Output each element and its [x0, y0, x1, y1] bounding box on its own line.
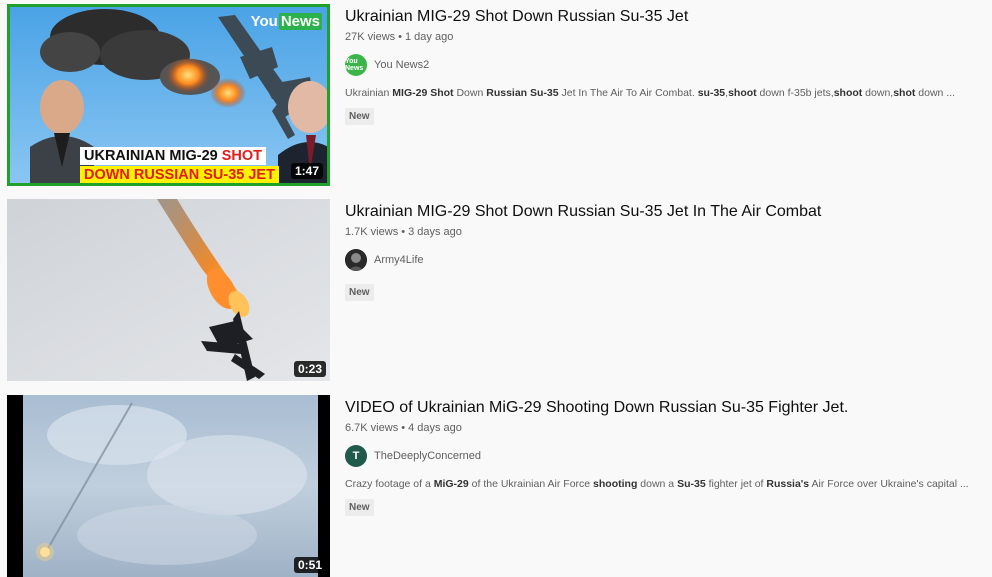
description-keyword: Russia's	[766, 478, 810, 490]
description-text: of the Ukrainian Air Force	[468, 478, 594, 490]
view-count: 6.7K views	[345, 422, 399, 434]
description-keyword: MIG-29 Shot	[392, 87, 454, 99]
description-text: down,	[862, 87, 894, 99]
video-result-3[interactable]: 0:51 VIDEO of Ukrainian MiG-29 Shooting …	[0, 395, 992, 577]
video-title[interactable]: Ukrainian MIG-29 Shot Down Russian Su-35…	[345, 201, 975, 223]
upload-age: 3 days ago	[408, 226, 462, 238]
view-count: 27K views	[345, 31, 396, 43]
description-text: Crazy footage of a	[345, 478, 434, 490]
video-thumbnail[interactable]: You News UKRAINIAN MIG-29 SHOT DOWN RUSS…	[7, 4, 330, 186]
video-info: VIDEO of Ukrainian MiG-29 Shooting Down …	[345, 395, 975, 516]
duration-badge: 1:47	[290, 163, 323, 179]
channel-name[interactable]: Army4Life	[374, 254, 424, 266]
description-text: Ukrainian	[345, 87, 393, 99]
channel-avatar[interactable]: T	[345, 445, 367, 467]
logo-you-text: You	[250, 13, 278, 30]
description-keyword: shooting	[593, 478, 638, 490]
video-info: Ukrainian MIG-29 Shot Down Russian Su-35…	[345, 4, 975, 125]
video-title[interactable]: Ukrainian MIG-29 Shot Down Russian Su-35…	[345, 6, 975, 28]
thumbnail-banner-line2: DOWN RUSSIAN SU-35 JET	[80, 166, 279, 183]
upload-age: 1 day ago	[405, 31, 454, 43]
video-meta: 27K views • 1 day ago	[345, 30, 975, 45]
description-keyword: shoot	[833, 87, 863, 99]
description-keyword: Su-35	[677, 478, 706, 490]
video-result-1[interactable]: You News UKRAINIAN MIG-29 SHOT DOWN RUSS…	[0, 4, 992, 194]
logo-news-text: News	[278, 13, 322, 30]
video-description: Crazy footage of a MiG-29 of the Ukraini…	[345, 477, 970, 491]
description-keyword: su-35	[697, 87, 726, 99]
description-text: down f-35b jets,	[756, 87, 834, 99]
channel-row[interactable]: You News You News2	[345, 53, 975, 77]
upload-age: 4 days ago	[408, 422, 462, 434]
description-text: down a	[637, 478, 678, 490]
thumbnail-banner-line1: UKRAINIAN MIG-29 SHOT	[80, 147, 267, 165]
channel-logo: You News	[251, 13, 322, 30]
video-description: Ukrainian MIG-29 Shot Down Russian Su-35…	[345, 86, 970, 100]
video-title[interactable]: VIDEO of Ukrainian MiG-29 Shooting Down …	[345, 397, 975, 419]
video-thumbnail[interactable]: 0:51	[7, 395, 330, 577]
description-keyword: shot	[893, 87, 916, 99]
meta-separator: •	[401, 226, 406, 238]
duration-badge: 0:51	[293, 557, 326, 573]
video-meta: 6.7K views • 4 days ago	[345, 421, 975, 436]
video-meta: 1.7K views • 3 days ago	[345, 225, 975, 240]
view-count: 1.7K views	[345, 226, 399, 238]
channel-avatar[interactable]: You News	[345, 54, 367, 76]
soldier-avatar-icon	[345, 249, 367, 271]
description-keyword: Russian Su-35	[486, 87, 559, 99]
channel-avatar[interactable]	[345, 249, 367, 271]
thumbnail-image	[7, 199, 330, 381]
thumbnail-image	[7, 395, 330, 577]
banner-text-highlight: SHOT	[221, 148, 263, 164]
banner-text: UKRAINIAN MIG-29	[84, 148, 222, 164]
description-keyword: MiG-29	[433, 478, 469, 490]
channel-row[interactable]: T TheDeeplyConcerned	[345, 444, 975, 468]
new-badge: New	[345, 284, 374, 301]
new-badge: New	[345, 499, 374, 516]
channel-name[interactable]: TheDeeplyConcerned	[374, 450, 481, 462]
video-info: Ukrainian MIG-29 Shot Down Russian Su-35…	[345, 199, 975, 301]
meta-separator: •	[398, 31, 402, 43]
description-keyword: shoot	[728, 87, 757, 99]
description-text: down ...	[915, 87, 956, 99]
duration-badge: 0:23	[293, 361, 326, 377]
description-text: Air Force over Ukraine's capital ...	[809, 478, 969, 490]
description-text: Down	[453, 87, 487, 99]
channel-row[interactable]: Army4Life	[345, 248, 975, 272]
new-badge: New	[345, 108, 374, 125]
description-text: Jet In The Air To Air Combat.	[558, 87, 698, 99]
video-thumbnail[interactable]: 0:23	[7, 199, 330, 381]
description-text: fighter jet of	[705, 478, 767, 490]
meta-separator: •	[401, 422, 406, 434]
channel-name[interactable]: You News2	[374, 59, 429, 71]
video-result-2[interactable]: 0:23 Ukrainian MIG-29 Shot Down Russian …	[0, 199, 992, 389]
